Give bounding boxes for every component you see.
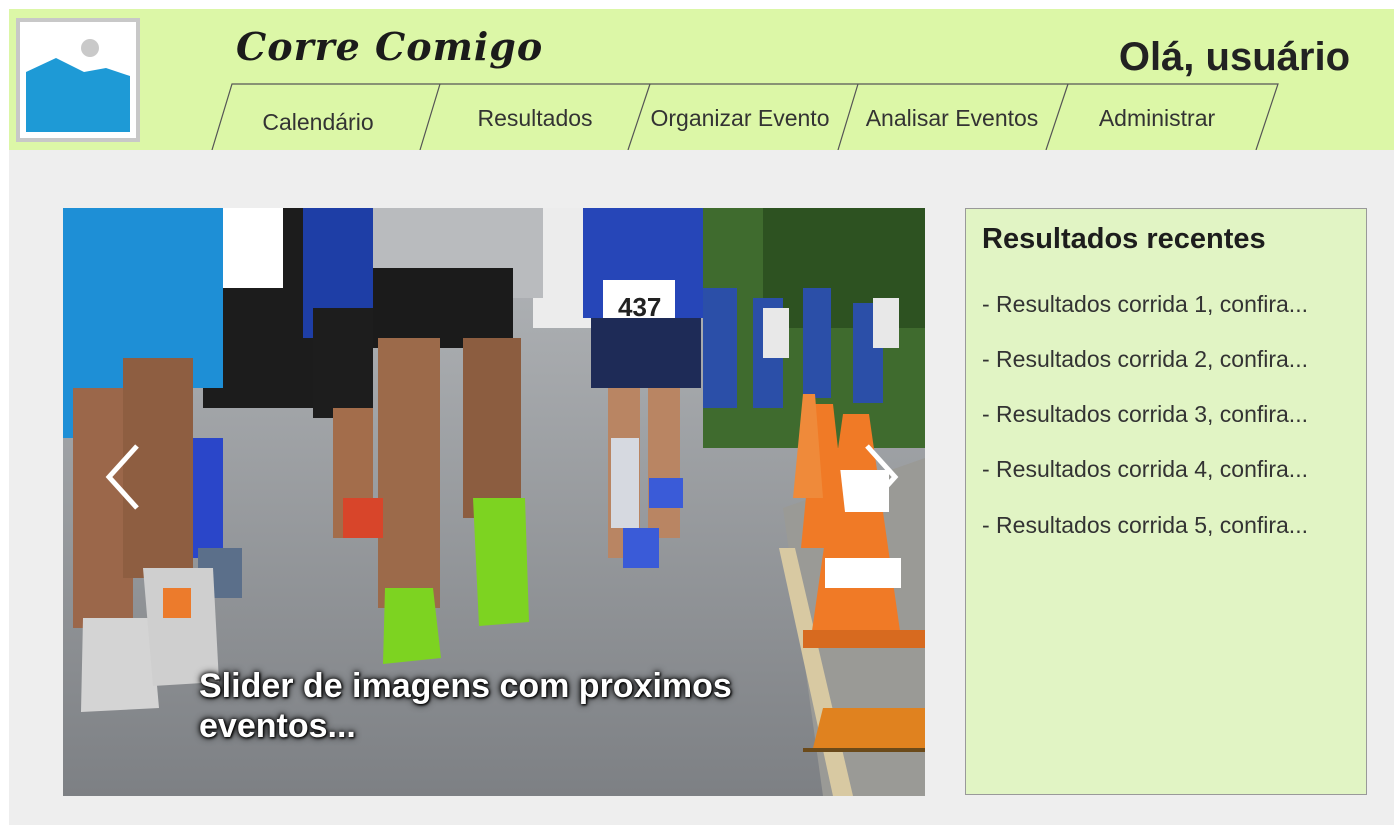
recent-results-title: Resultados recentes — [982, 223, 1266, 255]
recent-result-item[interactable]: - Resultados corrida 1, confira... — [982, 289, 1308, 319]
tab-organizar-evento[interactable]: Organizar Evento — [640, 96, 840, 144]
recent-result-item[interactable]: - Resultados corrida 2, confira... — [982, 344, 1308, 374]
main-nav: Calendário Resultados Organizar Evento A… — [0, 0, 1395, 150]
tab-resultados[interactable]: Resultados — [440, 96, 630, 144]
slider-caption: Slider de imagens com proximos eventos..… — [199, 667, 732, 745]
bib-number: 437 — [618, 292, 661, 322]
tab-administrar[interactable]: Administrar — [1062, 96, 1252, 144]
slider-next-button[interactable] — [857, 442, 901, 512]
recent-result-item[interactable]: - Resultados corrida 4, confira... — [982, 454, 1308, 484]
recent-result-item[interactable]: - Resultados corrida 5, confira... — [982, 510, 1308, 540]
event-slider[interactable]: 437 Slider de imagens com proximos event… — [63, 208, 925, 796]
recent-results-panel: Resultados recentes - Resultados corrida… — [965, 208, 1367, 795]
tab-calendario[interactable]: Calendário — [228, 100, 408, 148]
recent-result-item[interactable]: - Resultados corrida 3, confira... — [982, 399, 1308, 429]
tab-analisar-eventos[interactable]: Analisar Eventos — [848, 96, 1056, 144]
slider-prev-button[interactable] — [103, 442, 147, 512]
